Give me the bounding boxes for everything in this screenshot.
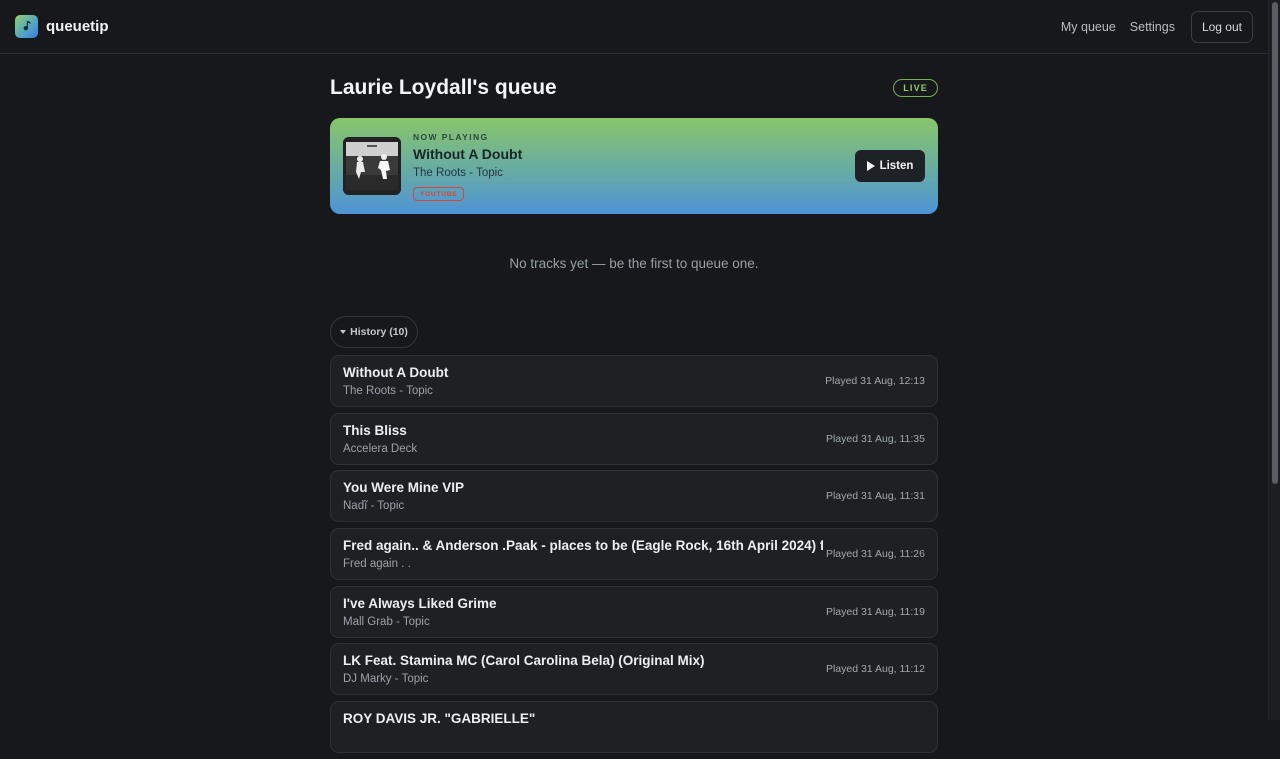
played-timestamp: Played 31 Aug, 11:12 bbox=[825, 663, 925, 676]
scrollbar-thumb[interactable] bbox=[1272, 2, 1278, 484]
empty-queue-message: No tracks yet — be the first to queue on… bbox=[509, 256, 759, 271]
track-title: Fred again.. & Anderson .Paak - places t… bbox=[343, 538, 823, 554]
track-artist: Mall Grab - Topic bbox=[343, 615, 430, 628]
played-timestamp: Played 31 Aug, 11:19 bbox=[825, 605, 925, 618]
source-badge: YOUTUBE bbox=[413, 187, 465, 201]
page-title: Laurie Loydall's queue bbox=[330, 76, 557, 99]
page-header: Laurie Loydall's queue LIVE bbox=[330, 75, 938, 101]
history-row[interactable]: You Were Mine VIP Nadĩ - Topic Played 31… bbox=[330, 470, 938, 523]
brand-name: queuetip bbox=[46, 18, 109, 35]
scrollbar[interactable] bbox=[1268, 0, 1280, 720]
album-cover bbox=[343, 137, 401, 195]
listen-label: Listen bbox=[879, 160, 914, 172]
track-title: ROY DAVIS JR. "GABRIELLE" bbox=[343, 711, 536, 727]
now-playing-label: NOW PLAYING bbox=[413, 132, 489, 142]
live-badge: LIVE bbox=[893, 79, 938, 97]
track-title: I've Always Liked Grime bbox=[343, 595, 497, 611]
brand[interactable]: queuetip bbox=[15, 15, 109, 38]
history-row[interactable]: LK Feat. Stamina MC (Carol Carolina Bela… bbox=[330, 643, 938, 696]
settings-link[interactable]: Settings bbox=[1130, 20, 1175, 34]
history-row[interactable]: Without A Doubt The Roots - Topic Played… bbox=[330, 355, 938, 407]
track-title: You Were Mine VIP bbox=[343, 480, 465, 496]
music-note-icon bbox=[15, 15, 38, 38]
now-playing-artist: The Roots - Topic bbox=[413, 167, 503, 179]
history-row[interactable]: This Bliss Accelera Deck Played 31 Aug, … bbox=[330, 412, 938, 465]
now-playing-card: NOW PLAYING Without A Doubt The Roots - … bbox=[330, 118, 938, 214]
track-title: This Bliss bbox=[343, 422, 407, 438]
history-row[interactable]: ROY DAVIS JR. "GABRIELLE" bbox=[330, 701, 938, 754]
track-artist: Fred again . . bbox=[343, 558, 411, 571]
history-toggle[interactable]: History (10) bbox=[330, 316, 418, 348]
track-artist: Nadĩ - Topic bbox=[343, 500, 405, 513]
now-playing-title: Without A Doubt bbox=[413, 146, 523, 162]
play-icon bbox=[866, 161, 875, 171]
track-artist: DJ Marky - Topic bbox=[343, 673, 429, 686]
logout-button[interactable]: Log out bbox=[1190, 10, 1253, 43]
listen-button[interactable]: Listen bbox=[855, 150, 925, 182]
caret-down-icon bbox=[340, 330, 347, 334]
top-nav-bar: queuetip My queue Settings Log out bbox=[0, 0, 1268, 54]
track-title: LK Feat. Stamina MC (Carol Carolina Bela… bbox=[343, 653, 705, 669]
history-toggle-label: History (10) bbox=[350, 326, 408, 338]
track-artist: Accelera Deck bbox=[343, 442, 418, 455]
nav-links: My queue Settings Log out bbox=[1061, 10, 1253, 43]
history-row[interactable]: Fred again.. & Anderson .Paak - places t… bbox=[330, 528, 938, 581]
played-timestamp: Played 31 Aug, 11:35 bbox=[825, 432, 925, 445]
history-list: Without A Doubt The Roots - Topic Played… bbox=[330, 355, 938, 759]
played-timestamp: Played 31 Aug, 11:26 bbox=[825, 548, 925, 561]
played-timestamp: Played 31 Aug, 11:31 bbox=[825, 490, 925, 503]
played-timestamp: Played 31 Aug, 12:13 bbox=[825, 375, 925, 387]
track-title: Without A Doubt bbox=[343, 365, 449, 380]
my-queue-link[interactable]: My queue bbox=[1061, 20, 1116, 34]
history-row[interactable]: I've Always Liked Grime Mall Grab - Topi… bbox=[330, 585, 938, 638]
track-artist: The Roots - Topic bbox=[343, 385, 433, 397]
